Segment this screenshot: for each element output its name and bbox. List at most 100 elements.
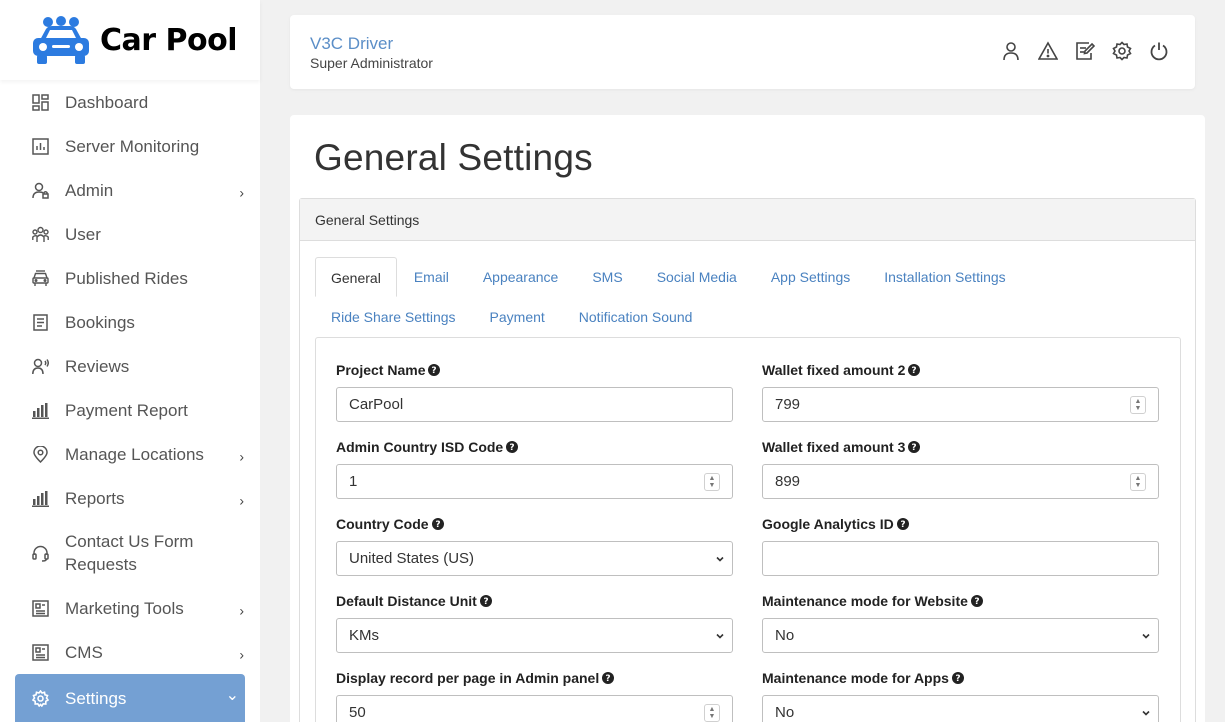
app-name: Car Pool — [100, 22, 238, 58]
sidebar: Car Pool Dashboard Server Monitoring Adm… — [0, 0, 260, 722]
maintenance-apps-group: Maintenance mode for Apps? No — [762, 668, 1159, 722]
tab-installation-settings[interactable]: Installation Settings — [867, 257, 1022, 297]
chevron-right-icon: › — [239, 646, 244, 663]
admin-isd-input[interactable]: 1 ▲ ▼ — [336, 464, 733, 499]
help-icon[interactable]: ? — [896, 518, 909, 530]
tab-ride-share-settings[interactable]: Ride Share Settings — [315, 297, 473, 337]
tab-social-media[interactable]: Social Media — [640, 257, 754, 297]
help-icon[interactable]: ? — [506, 441, 519, 453]
help-icon[interactable]: ? — [431, 518, 444, 530]
user-icon[interactable] — [1001, 41, 1021, 61]
sidebar-item-label: Dashboard — [65, 92, 149, 112]
chart-icon — [32, 137, 49, 155]
sidebar-item-server-monitoring[interactable]: Server Monitoring — [0, 124, 260, 168]
help-icon[interactable]: ? — [479, 595, 492, 607]
car-icon — [32, 269, 49, 287]
help-icon[interactable]: ? — [602, 672, 615, 684]
wallet-amount-3-input[interactable]: 899 ▲ ▼ — [762, 464, 1159, 499]
tab-email[interactable]: Email — [397, 257, 466, 297]
help-icon[interactable]: ? — [908, 441, 921, 453]
chevron-right-icon: › — [239, 602, 244, 619]
number-stepper[interactable]: ▲ ▼ — [1130, 473, 1146, 491]
tab-sms[interactable]: SMS — [575, 257, 639, 297]
help-icon[interactable]: ? — [951, 672, 964, 684]
settings-icon[interactable] — [1112, 41, 1132, 61]
chevron-down-icon — [1141, 631, 1151, 641]
settings-tabs: General Email Appearance SMS Social Medi… — [315, 257, 1181, 337]
field-label-text: Wallet fixed amount 3 — [762, 439, 906, 455]
panel-title: General Settings — [300, 199, 1195, 241]
wallet-amount-2-input[interactable]: 799 ▲ ▼ — [762, 387, 1159, 422]
help-icon[interactable]: ? — [970, 595, 983, 607]
field-label: Project Name? — [336, 360, 733, 380]
dashboard-icon — [32, 93, 49, 111]
bar-chart-icon — [32, 490, 49, 507]
chevron-right-icon: › — [239, 492, 244, 509]
tab-general[interactable]: General — [315, 257, 397, 297]
tab-app-settings[interactable]: App Settings — [754, 257, 867, 297]
sidebar-item-label: Manage Locations — [65, 444, 204, 464]
review-icon — [32, 358, 49, 375]
edit-icon[interactable] — [1075, 41, 1095, 61]
main-content: General Settings General Settings Genera… — [290, 115, 1205, 722]
sidebar-item-label: Admin — [65, 180, 114, 200]
input-value: 899 — [775, 473, 801, 490]
maintenance-apps-select[interactable]: No — [762, 695, 1159, 722]
chevron-down-icon — [715, 631, 725, 641]
sidebar-item-label: Server Monitoring — [65, 136, 200, 156]
input-value: 799 — [775, 396, 801, 413]
google-analytics-group: Google Analytics ID? — [762, 514, 1159, 576]
records-per-page-input[interactable]: 50 ▲ ▼ — [336, 695, 733, 722]
tab-payment[interactable]: Payment — [473, 297, 562, 337]
svg-text:?: ? — [606, 674, 611, 684]
field-label: Google Analytics ID? — [762, 514, 1159, 534]
wallet-amount-2-group: Wallet fixed amount 2? 799 ▲ ▼ — [762, 360, 1159, 422]
sidebar-item-label: Payment Report — [65, 400, 188, 420]
number-stepper[interactable]: ▲ ▼ — [704, 704, 720, 722]
sidebar-item-manage-locations[interactable]: Manage Locations › — [0, 432, 260, 476]
maintenance-website-select[interactable]: No — [762, 618, 1159, 653]
sidebar-item-label: Contact Us Form Requests — [65, 532, 194, 574]
sidebar-item-published-rides[interactable]: Published Rides — [0, 256, 260, 300]
top-header: V3C Driver Super Administrator — [290, 15, 1195, 89]
power-icon[interactable] — [1149, 41, 1169, 61]
select-value: KMs — [349, 627, 379, 644]
warning-icon[interactable] — [1038, 41, 1058, 61]
number-stepper[interactable]: ▲ ▼ — [1130, 396, 1146, 414]
svg-text:?: ? — [435, 520, 440, 530]
sidebar-item-marketing-tools[interactable]: Marketing Tools › — [0, 586, 260, 630]
sidebar-item-settings[interactable]: Settings ⌄ — [15, 674, 245, 722]
country-code-select[interactable]: United States (US) — [336, 541, 733, 576]
distance-unit-select[interactable]: KMs — [336, 618, 733, 653]
svg-text:?: ? — [912, 366, 917, 376]
help-icon[interactable]: ? — [908, 364, 921, 376]
field-label-text: Admin Country ISD Code — [336, 439, 504, 455]
sidebar-item-bookings[interactable]: Bookings — [0, 300, 260, 344]
sidebar-item-admin[interactable]: Admin › — [0, 168, 260, 212]
sidebar-item-payment-report[interactable]: Payment Report — [0, 388, 260, 432]
number-stepper[interactable]: ▲ ▼ — [704, 473, 720, 491]
help-icon[interactable]: ? — [428, 364, 441, 376]
tab-notification-sound[interactable]: Notification Sound — [562, 297, 710, 337]
header-actions — [1001, 41, 1169, 61]
svg-text:?: ? — [432, 366, 437, 376]
logo[interactable]: Car Pool — [0, 0, 260, 80]
sidebar-item-contact-us[interactable]: Contact Us Form Requests — [0, 520, 260, 586]
tab-row: General Email Appearance SMS Social Medi… — [315, 257, 1181, 297]
svg-text:?: ? — [912, 443, 917, 453]
general-settings-form: Project Name? CarPool Admin Country ISD … — [315, 337, 1181, 722]
sidebar-item-dashboard[interactable]: Dashboard — [0, 80, 260, 124]
project-name-input[interactable]: CarPool — [336, 387, 733, 422]
user-name[interactable]: V3C Driver — [310, 34, 393, 54]
sidebar-item-reports[interactable]: Reports › — [0, 476, 260, 520]
sidebar-item-cms[interactable]: CMS › — [0, 630, 260, 674]
sidebar-item-user[interactable]: User — [0, 212, 260, 256]
chevron-right-icon: › — [239, 448, 244, 465]
tab-appearance[interactable]: Appearance — [466, 257, 576, 297]
chevron-down-icon: ⌄ — [225, 687, 239, 704]
select-value: No — [775, 627, 795, 644]
sidebar-item-reviews[interactable]: Reviews — [0, 344, 260, 388]
google-analytics-input[interactable] — [762, 541, 1159, 576]
chevron-right-icon: › — [239, 184, 244, 201]
gear-icon — [32, 689, 49, 707]
